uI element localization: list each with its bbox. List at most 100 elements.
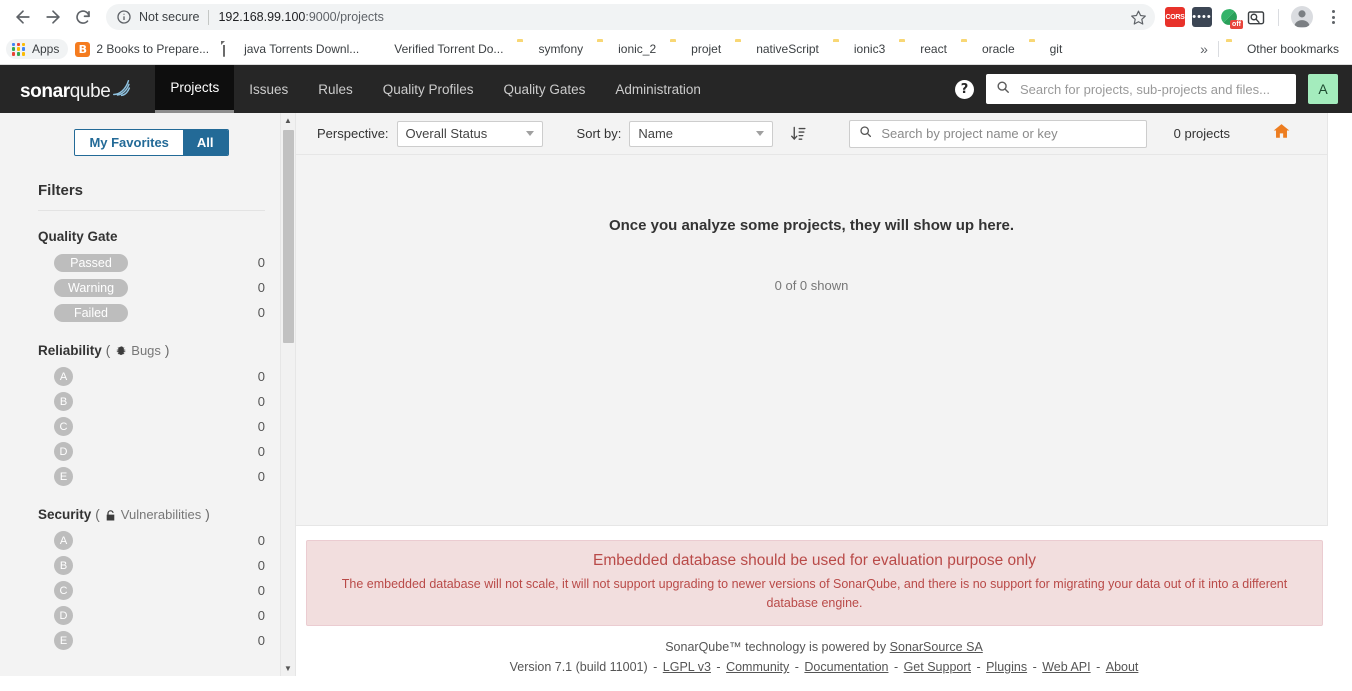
bookmark-item[interactable]: oracle	[954, 39, 1022, 60]
nav-item-quality-gates[interactable]: Quality Gates	[489, 65, 601, 113]
sidebar-scrollbar[interactable]: ▲ ▼	[280, 113, 295, 676]
cors-extension-label: CORS	[1165, 13, 1185, 21]
facet-row-warning[interactable]: Warning 0	[38, 275, 265, 300]
project-search-input[interactable]	[879, 125, 1138, 142]
chevron-down-icon	[525, 131, 534, 136]
facet-count: 0	[257, 305, 265, 320]
filters-heading: Filters	[38, 182, 84, 199]
footer-link-web-api[interactable]: Web API	[1042, 660, 1090, 674]
back-button[interactable]	[8, 2, 38, 32]
folder-icon	[517, 42, 532, 57]
bookmark-item[interactable]: projet	[663, 39, 728, 60]
rating-badge: A	[54, 367, 73, 386]
bookmark-label: nativeScript	[756, 42, 819, 56]
profile-avatar-icon[interactable]	[1291, 6, 1313, 28]
bookmark-star-icon[interactable]	[1125, 4, 1151, 30]
app-body: My Favorites All Filters Quality Gate Pa…	[0, 113, 1352, 676]
bug-icon	[114, 345, 127, 358]
reload-button[interactable]	[68, 2, 98, 32]
warning-text: The embedded database will not scale, it…	[341, 577, 1288, 610]
header-right-controls: ? A	[955, 74, 1352, 104]
footer-link-plugins[interactable]: Plugins	[986, 660, 1027, 674]
bookmarks-overflow-button[interactable]: »	[1190, 41, 1218, 57]
facet-count: 0	[257, 608, 265, 623]
facet-row-rating-c[interactable]: C 0	[38, 414, 265, 439]
bookmark-item[interactable]: ionic3	[826, 39, 892, 60]
footer-link-get-support[interactable]: Get Support	[904, 660, 971, 674]
facet-row-rating-d[interactable]: D 0	[38, 439, 265, 464]
footer-link-lgpl[interactable]: LGPL v3	[663, 660, 711, 674]
facet-row-failed[interactable]: Failed 0	[38, 300, 265, 325]
scroll-up-icon[interactable]: ▲	[281, 113, 296, 128]
chrome-menu-icon[interactable]	[1322, 5, 1344, 29]
facet-row-rating-c[interactable]: C 0	[38, 578, 265, 603]
sort-by-select[interactable]: Name	[629, 120, 774, 147]
facet-row-rating-e[interactable]: E 0	[38, 464, 265, 489]
footer-link-documentation[interactable]: Documentation	[804, 660, 888, 674]
nav-item-administration[interactable]: Administration	[600, 65, 716, 113]
bookmark-item[interactable]: ionic_2	[590, 39, 663, 60]
nav-item-issues[interactable]: Issues	[234, 65, 303, 113]
facet-row-rating-b[interactable]: B 0	[38, 389, 265, 414]
bookmark-item[interactable]: git	[1022, 39, 1070, 60]
bookmark-item[interactable]: Verified Torrent Do...	[366, 39, 510, 60]
bookmark-item[interactable]: java Torrents Downl...	[216, 39, 366, 60]
footer-link-about[interactable]: About	[1106, 660, 1139, 674]
facet-row-rating-a[interactable]: A 0	[38, 528, 265, 553]
all-projects-button[interactable]: All	[182, 130, 228, 155]
sort-ascending-icon[interactable]	[787, 123, 809, 145]
bookmark-label: ionic_2	[618, 42, 657, 56]
nav-item-projects[interactable]: Projects	[155, 65, 235, 113]
folder-icon	[1029, 42, 1044, 57]
facet-row-rating-d[interactable]: D 0	[38, 603, 265, 628]
global-search-input[interactable]	[1018, 80, 1286, 98]
bookmark-item[interactable]: symfony	[510, 39, 590, 60]
bookmark-item[interactable]: nativeScript	[728, 39, 826, 60]
bookmark-label: react	[920, 42, 947, 56]
facet-reliability-title: Reliability ( Bugs )	[38, 343, 170, 358]
footer-line-1: SonarQube™ technology is powered by Sona…	[296, 638, 1352, 656]
dark-extension-icon[interactable]: ••••	[1192, 7, 1212, 27]
other-bookmarks-button[interactable]: Other bookmarks	[1219, 39, 1346, 60]
adblock-extension-icon[interactable]: off	[1219, 7, 1243, 29]
bookmark-item[interactable]: react	[892, 39, 954, 60]
apps-button[interactable]: Apps	[6, 39, 69, 59]
footer-link-sonarsource[interactable]: SonarSource SA	[890, 640, 983, 654]
scroll-down-icon[interactable]: ▼	[281, 661, 296, 676]
browser-nav-bar: Not secure 192.168.99.100:9000/projects …	[0, 0, 1352, 34]
apps-grid-icon	[12, 42, 25, 56]
rating-badge: E	[54, 467, 73, 486]
bookmark-label: symfony	[538, 42, 584, 56]
facet-security-title: Security ( Vulnerabilities )	[38, 507, 210, 522]
search-icon	[859, 125, 872, 143]
home-icon[interactable]	[1272, 122, 1291, 145]
facet-row-passed[interactable]: Passed 0	[38, 250, 265, 275]
help-icon[interactable]: ?	[955, 79, 974, 99]
url-path: /projects	[336, 10, 384, 24]
user-avatar[interactable]: A	[1308, 74, 1338, 104]
address-bar[interactable]: Not secure 192.168.99.100:9000/projects	[106, 4, 1155, 30]
facet-row-rating-a[interactable]: A 0	[38, 364, 265, 389]
scrollbar-thumb[interactable]	[283, 130, 294, 343]
facet-count: 0	[257, 469, 265, 484]
omnibox-divider	[208, 9, 210, 25]
perspective-select[interactable]: Overall Status	[396, 120, 543, 147]
my-favorites-button[interactable]: My Favorites	[75, 130, 183, 155]
cors-extension-icon[interactable]: CORS	[1165, 7, 1185, 27]
facet-title-text: Security	[38, 507, 92, 522]
project-search-box[interactable]	[849, 119, 1148, 148]
facet-count: 0	[257, 255, 265, 270]
bookmark-label: ionic3	[853, 42, 886, 56]
global-search-box[interactable]	[986, 74, 1296, 104]
info-circle-icon	[116, 9, 132, 25]
bookmark-item[interactable]: B 2 Books to Prepare...	[68, 39, 216, 60]
footer-link-community[interactable]: Community	[726, 660, 789, 674]
facet-row-rating-e[interactable]: E 0	[38, 628, 265, 653]
nav-item-quality-profiles[interactable]: Quality Profiles	[368, 65, 489, 113]
screenshot-extension-icon[interactable]	[1246, 7, 1266, 27]
forward-button[interactable]	[38, 2, 68, 32]
sonarqube-logo[interactable]: sonar qube	[20, 75, 133, 103]
scrollbar-track[interactable]	[281, 128, 295, 661]
facet-row-rating-b[interactable]: B 0	[38, 553, 265, 578]
nav-item-rules[interactable]: Rules	[303, 65, 368, 113]
